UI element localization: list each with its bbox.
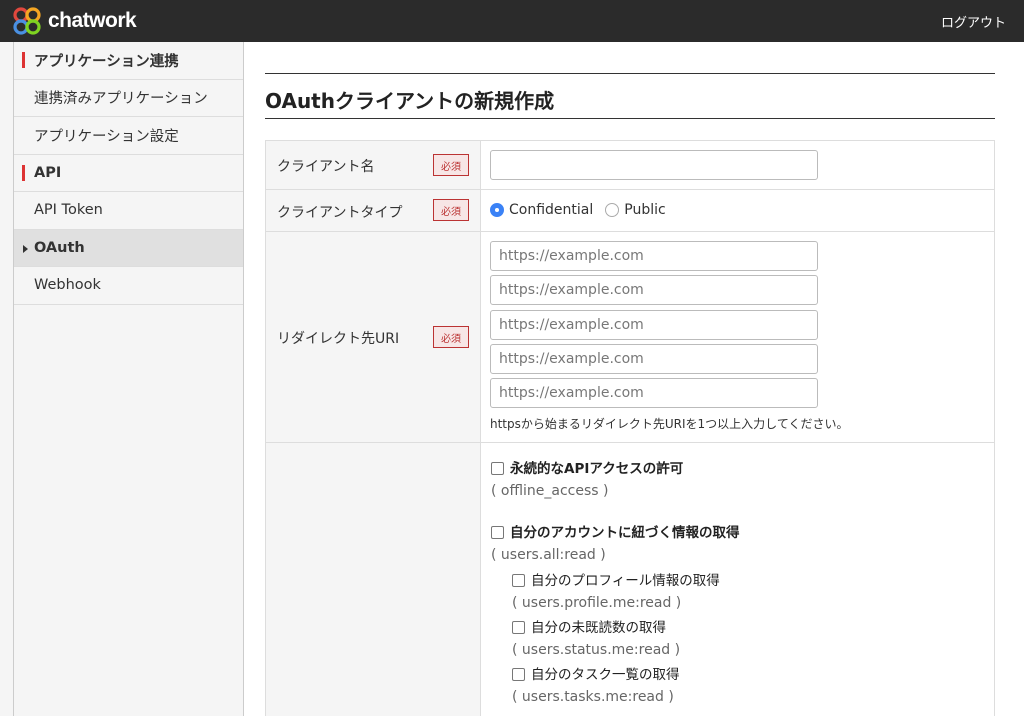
row-body: 永続的なAPIアクセスの許可 ( offline_access ) 自分のアカウ… <box>481 443 994 716</box>
sidebar-section-api: API <box>14 154 243 192</box>
redirect-uri-hint: httpsから始まるリダイレクト先URIを1つ以上入力してください。 <box>490 417 849 431</box>
row-label: クライアントタイプ 必須 <box>266 190 481 231</box>
checkbox-icon[interactable] <box>491 462 504 475</box>
radio-confidential[interactable] <box>490 203 504 217</box>
scope-title: 自分のタスク一覧の取得 <box>531 667 680 683</box>
scope-id: ( users.status.me:read ) <box>512 642 681 658</box>
top-header: chatwork ログアウト <box>0 0 1024 42</box>
row-body <box>481 141 994 189</box>
client-type-label: クライアントタイプ <box>277 205 403 221</box>
checkbox-icon[interactable] <box>512 574 525 587</box>
sidebar-item-label: Webhook <box>34 277 101 294</box>
redirect-uri-input-3[interactable] <box>490 310 818 340</box>
redirect-uri-input-5[interactable] <box>490 378 818 408</box>
row-scopes: 永続的なAPIアクセスの許可 ( offline_access ) 自分のアカウ… <box>266 443 994 716</box>
sidebar-section-app-integration: アプリケーション連携 <box>14 42 243 80</box>
row-body: httpsから始まるリダイレクト先URIを1つ以上入力してください。 <box>481 232 994 442</box>
title-area: OAuthクライアントの新規作成 <box>265 73 995 119</box>
sidebar-item-api-token[interactable]: API Token <box>14 192 243 230</box>
scope-id: ( users.all:read ) <box>491 547 606 563</box>
row-client-type: クライアントタイプ 必須 Confidential Public <box>266 190 994 232</box>
scope-users-all-read[interactable]: 自分のアカウントに紐づく情報の取得 ( users.all:read ) <box>491 521 740 563</box>
scope-title: 自分のプロフィール情報の取得 <box>531 573 720 589</box>
sidebar-item-app-settings[interactable]: アプリケーション設定 <box>14 117 243 155</box>
client-name-input[interactable] <box>490 150 818 180</box>
logo-text: chatwork <box>48 9 137 32</box>
redirect-uri-label: リダイレクト先URI <box>277 331 400 347</box>
scope-title: 自分のアカウントに紐づく情報の取得 <box>510 525 740 541</box>
sidebar-item-connected-apps[interactable]: 連携済みアプリケーション <box>14 80 243 117</box>
required-badge: 必須 <box>433 199 469 221</box>
sidebar-item-webhook[interactable]: Webhook <box>14 267 243 305</box>
main-content: OAuthクライアントの新規作成 クライアント名 必須 クライアントタイプ 必須… <box>244 42 1024 716</box>
row-label: リダイレクト先URI 必須 <box>266 232 481 442</box>
scope-title: 自分の未既読数の取得 <box>531 620 666 636</box>
redirect-uri-input-1[interactable] <box>490 241 818 271</box>
sidebar-item-label: アプリケーション設定 <box>34 128 179 145</box>
required-badge: 必須 <box>433 326 469 348</box>
sidebar-item-oauth[interactable]: OAuth <box>14 229 243 267</box>
scope-users-profile-me-read[interactable]: 自分のプロフィール情報の取得 ( users.profile.me:read ) <box>512 569 720 611</box>
row-label <box>266 443 481 716</box>
checkbox-icon[interactable] <box>512 668 525 681</box>
scope-users-tasks-me-read[interactable]: 自分のタスク一覧の取得 ( users.tasks.me:read ) <box>512 663 680 705</box>
sidebar-item-label: OAuth <box>34 239 85 256</box>
scope-id: ( users.tasks.me:read ) <box>512 689 674 705</box>
sidebar-section-label: API <box>34 164 62 181</box>
row-client-name: クライアント名 必須 <box>266 141 994 190</box>
chatwork-logo[interactable]: chatwork <box>12 6 137 36</box>
scope-offline-access[interactable]: 永続的なAPIアクセスの許可 ( offline_access ) <box>491 457 683 499</box>
required-badge: 必須 <box>433 154 469 176</box>
scope-id: ( offline_access ) <box>491 483 609 499</box>
page-title: OAuthクライアントの新規作成 <box>265 89 555 113</box>
radio-public[interactable] <box>605 203 620 217</box>
redirect-uri-input-2[interactable] <box>490 275 818 305</box>
scope-title: 永続的なAPIアクセスの許可 <box>510 461 684 477</box>
chatwork-logo-icon <box>13 7 41 35</box>
sidebar-item-label: 連携済みアプリケーション <box>34 91 208 108</box>
oauth-client-form: クライアント名 必須 クライアントタイプ 必須 Confidential Pub… <box>265 140 995 716</box>
radio-public-label[interactable]: Public <box>624 202 665 218</box>
checkbox-icon[interactable] <box>491 526 504 539</box>
logout-link[interactable]: ログアウト <box>941 12 1006 31</box>
scope-id: ( users.profile.me:read ) <box>512 595 682 611</box>
client-type-radio-group: Confidential Public <box>490 202 678 218</box>
row-body: Confidential Public <box>481 190 994 231</box>
redirect-uri-input-4[interactable] <box>490 344 818 374</box>
row-redirect-uri: リダイレクト先URI 必須 httpsから始まるリダイレクト先URIを1つ以上入… <box>266 232 994 443</box>
client-name-label: クライアント名 <box>277 159 375 175</box>
sidebar-item-label: API Token <box>34 202 103 219</box>
scope-users-status-me-read[interactable]: 自分の未既読数の取得 ( users.status.me:read ) <box>512 616 680 658</box>
row-label: クライアント名 必須 <box>266 141 481 189</box>
sidebar: アプリケーション連携 連携済みアプリケーション アプリケーション設定 API A… <box>13 42 244 716</box>
radio-confidential-label[interactable]: Confidential <box>509 202 593 218</box>
checkbox-icon[interactable] <box>512 621 525 634</box>
sidebar-section-label: アプリケーション連携 <box>34 53 179 70</box>
